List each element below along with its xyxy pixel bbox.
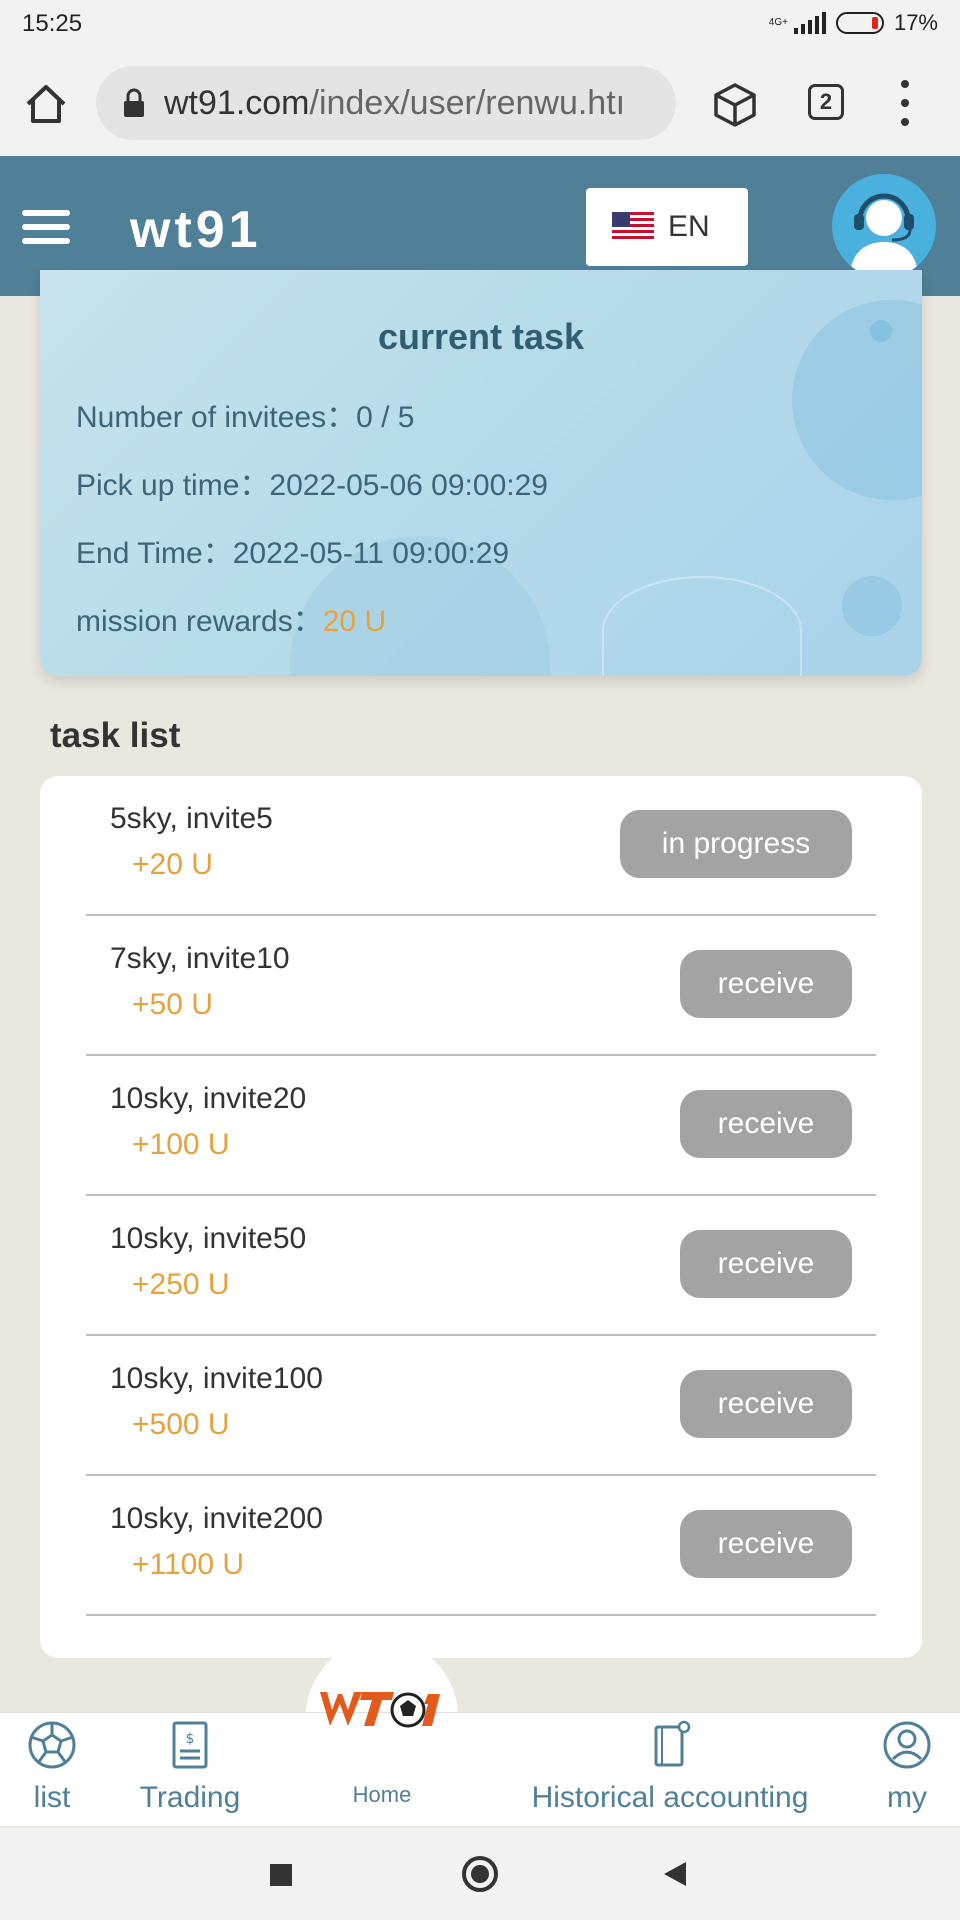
receive-button[interactable]: receive bbox=[680, 1090, 852, 1158]
battery-icon bbox=[835, 12, 884, 34]
customer-service-icon[interactable] bbox=[832, 174, 936, 278]
battery-percent: 17% bbox=[893, 10, 938, 35]
android-nav-bar bbox=[0, 1828, 960, 1920]
brand-title: wt91 bbox=[130, 201, 262, 259]
task-item: 10sky, invite100 +500 U receive bbox=[86, 1336, 876, 1476]
task-name: 10sky, invite200 bbox=[110, 1502, 323, 1535]
end-time-label: End Time： bbox=[76, 537, 233, 570]
task-name: 5sky, invite5 bbox=[110, 802, 273, 835]
tab-list-label: list bbox=[33, 1781, 71, 1814]
task-name: 7sky, invite10 bbox=[110, 942, 290, 975]
task-amount: +20 U bbox=[132, 848, 213, 881]
tabs-icon[interactable]: 2 bbox=[808, 84, 844, 120]
language-selector[interactable]: EN bbox=[586, 188, 748, 266]
home-nav-icon[interactable] bbox=[462, 1856, 498, 1892]
headset-icon bbox=[850, 193, 918, 278]
pickup-label: Pick up time： bbox=[76, 469, 270, 502]
status-time: 15:25 bbox=[22, 10, 83, 37]
end-time-value: 2022-05-11 09:00:29 bbox=[232, 537, 510, 570]
recent-apps-icon[interactable] bbox=[270, 1864, 292, 1886]
reward-value: 20 U bbox=[322, 605, 387, 638]
wt91-logo-icon[interactable] bbox=[316, 1686, 448, 1732]
tab-list[interactable]: list bbox=[0, 1713, 104, 1827]
task-item: 10sky, invite50 +250 U receive bbox=[86, 1196, 876, 1336]
signal-icon bbox=[793, 12, 826, 34]
receive-button[interactable]: receive bbox=[680, 1510, 852, 1578]
task-name: 10sky, invite100 bbox=[110, 1362, 323, 1395]
tab-home-label[interactable]: Home bbox=[306, 1782, 458, 1808]
invitees-row: Number of invitees：0 / 5 bbox=[76, 392, 414, 436]
reward-label: mission rewards： bbox=[76, 605, 323, 638]
task-name: 10sky, invite20 bbox=[110, 1082, 307, 1115]
more-vert-icon[interactable] bbox=[896, 80, 914, 126]
current-task-title: current task bbox=[377, 316, 585, 357]
task-amount: +100 U bbox=[132, 1128, 230, 1161]
task-amount: +500 U bbox=[132, 1408, 230, 1441]
receive-button[interactable]: receive bbox=[680, 950, 852, 1018]
hamburger-icon[interactable] bbox=[22, 210, 70, 244]
status-right: 4G+ 17% bbox=[769, 10, 938, 36]
current-task-card: current task Number of invitees：0 / 5 Pi… bbox=[40, 270, 922, 676]
bottom-tab-bar: list $ Trading Historical accounting my bbox=[0, 1712, 960, 1826]
network-type: 4G+ bbox=[768, 17, 788, 28]
soccer-ball-icon bbox=[28, 1721, 76, 1769]
lock-icon bbox=[124, 88, 144, 117]
receive-button[interactable]: receive bbox=[680, 1370, 852, 1438]
language-label: EN bbox=[668, 210, 710, 243]
pickup-row: Pick up time：2022-05-06 09:00:29 bbox=[76, 460, 548, 504]
tab-my-label: my bbox=[887, 1781, 927, 1814]
task-item: 7sky, invite10 +50 U receive bbox=[86, 916, 876, 1056]
browser-toolbar: wt91.com/index/user/renwu.htı 2 bbox=[0, 48, 960, 156]
url-path: /index/user/renwu.htı bbox=[309, 84, 626, 122]
tab-trading[interactable]: $ Trading bbox=[120, 1713, 260, 1827]
invitees-label: Number of invitees： bbox=[76, 401, 357, 434]
task-list-title: task list bbox=[50, 716, 181, 755]
invitees-value: 0 / 5 bbox=[356, 401, 415, 434]
home-icon[interactable] bbox=[24, 82, 68, 126]
tab-my[interactable]: my bbox=[860, 1713, 954, 1827]
us-flag-icon bbox=[612, 212, 654, 242]
user-icon bbox=[883, 1721, 931, 1769]
receive-button[interactable]: receive bbox=[680, 1230, 852, 1298]
end-time-row: End Time：2022-05-11 09:00:29 bbox=[76, 528, 509, 572]
task-name: 10sky, invite50 bbox=[110, 1222, 307, 1255]
tab-history-label: Historical accounting bbox=[531, 1781, 809, 1814]
document-dollar-icon: $ bbox=[172, 1721, 208, 1769]
in-progress-button[interactable]: in progress bbox=[620, 810, 852, 878]
task-item: 10sky, invite200 +1100 U receive bbox=[86, 1476, 876, 1616]
pickup-value: 2022-05-06 09:00:29 bbox=[269, 469, 548, 502]
notebook-icon bbox=[654, 1720, 691, 1767]
url-text: wt91.com/index/user/renwu.htı bbox=[164, 84, 625, 123]
reward-row: mission rewards：20 U bbox=[76, 596, 386, 640]
task-item: 10sky, invite20 +100 U receive bbox=[86, 1056, 876, 1196]
status-bar: 15:25 4G+ 17% bbox=[0, 0, 960, 48]
task-amount: +250 U bbox=[132, 1268, 230, 1301]
tab-history[interactable]: Historical accounting bbox=[510, 1713, 830, 1827]
address-bar[interactable]: wt91.com/index/user/renwu.htı bbox=[96, 66, 676, 140]
svg-text:$: $ bbox=[186, 1731, 195, 1747]
task-amount: +1100 U bbox=[132, 1548, 245, 1581]
back-icon[interactable] bbox=[664, 1862, 686, 1886]
task-amount: +50 U bbox=[132, 988, 213, 1021]
url-domain: wt91.com bbox=[164, 84, 310, 122]
tab-trading-label: Trading bbox=[139, 1781, 241, 1814]
task-item: 5sky, invite5 +20 U in progress bbox=[86, 776, 876, 916]
cube-icon[interactable] bbox=[712, 82, 758, 128]
task-list: 5sky, invite5 +20 U in progress 7sky, in… bbox=[40, 776, 922, 1658]
